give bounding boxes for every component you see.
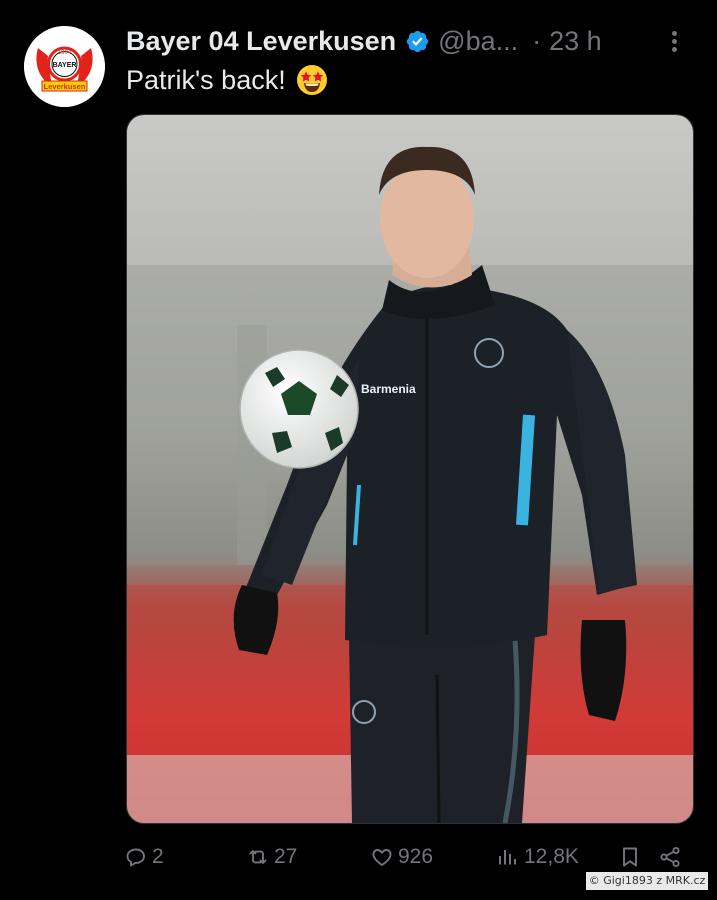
reply-icon	[126, 848, 145, 867]
svg-text:Leverkusen: Leverkusen	[44, 82, 86, 91]
bookmark-button[interactable]	[618, 840, 646, 874]
like-count: 926	[398, 845, 434, 868]
views-chart-icon	[499, 850, 516, 865]
retweet-icon	[249, 850, 267, 864]
author-name[interactable]: Bayer 04 Leverkusen	[126, 26, 396, 57]
bayer-04-leverkusen-logo-icon: BAYER 1904 Leverkusen	[24, 26, 105, 107]
tweet-text-content: Patrik's back!	[126, 64, 286, 95]
view-count: 12,8K	[524, 845, 579, 868]
svg-text:1904: 1904	[58, 50, 72, 56]
like-button[interactable]: 926	[370, 840, 433, 874]
author-handle[interactable]: @ba...	[438, 26, 518, 57]
svg-text:BAYER: BAYER	[53, 62, 77, 69]
player-photo-image: Barmenia	[127, 115, 693, 823]
reply-button[interactable]: 2	[124, 840, 164, 874]
separator-dot: ·	[532, 25, 542, 56]
share-icon	[660, 846, 680, 868]
svg-text:Barmenia: Barmenia	[361, 382, 416, 396]
views-button[interactable]: 12,8K	[496, 840, 579, 874]
share-button[interactable]	[658, 840, 686, 874]
star-struck-emoji-icon	[296, 65, 327, 95]
bookmark-icon	[623, 847, 637, 867]
more-options-icon[interactable]	[669, 28, 679, 56]
tweet-action-bar: 2 27 926 12,8K	[0, 840, 717, 874]
watermark: © Gigi1893 z MRK.cz	[586, 872, 708, 890]
tweet-timestamp[interactable]: 23 h	[549, 26, 602, 57]
retweet-count: 27	[274, 845, 298, 868]
reply-count: 2	[152, 845, 164, 868]
heart-icon	[372, 849, 392, 866]
tweet-header: Bayer 04 Leverkusen @ba... · 23 h	[126, 22, 693, 60]
tweet-text: Patrik's back!	[126, 64, 328, 96]
retweet-button[interactable]: 27	[246, 840, 297, 874]
verified-badge-icon	[406, 30, 429, 52]
author-avatar[interactable]: BAYER 1904 Leverkusen	[24, 26, 105, 107]
tweet-photo[interactable]: Barmenia	[126, 114, 694, 824]
